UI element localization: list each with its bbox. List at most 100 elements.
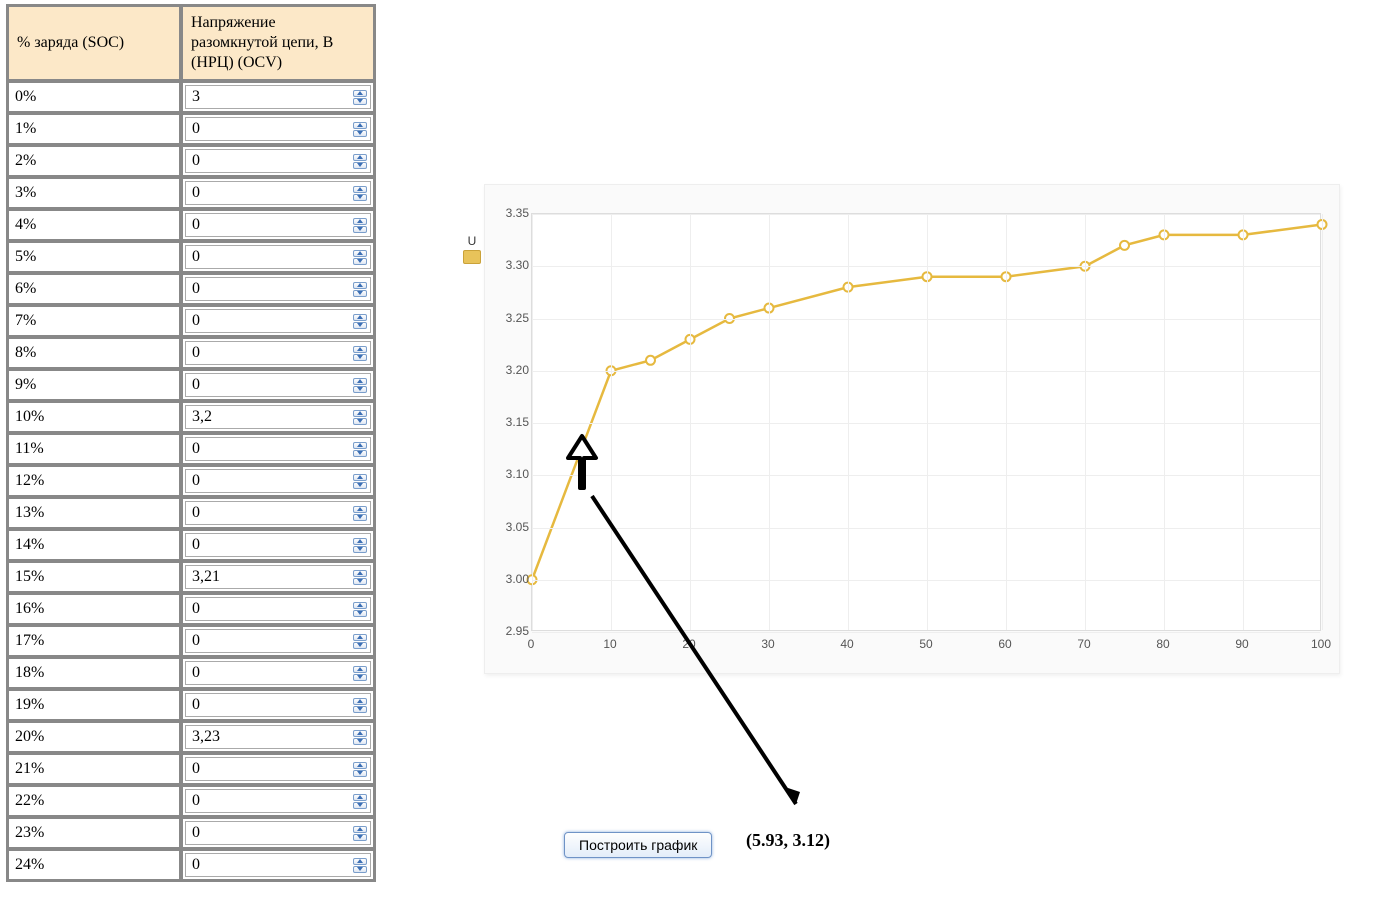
spinner-down-icon[interactable] bbox=[353, 98, 367, 105]
ocv-input[interactable]: 0 bbox=[185, 853, 371, 877]
spinner-up-icon[interactable] bbox=[353, 858, 367, 865]
number-spinner[interactable] bbox=[352, 216, 368, 234]
ocv-input[interactable]: 0 bbox=[185, 277, 371, 301]
number-spinner[interactable] bbox=[352, 696, 368, 714]
spinner-up-icon[interactable] bbox=[353, 122, 367, 129]
ocv-input[interactable]: 0 bbox=[185, 373, 371, 397]
spinner-down-icon[interactable] bbox=[353, 482, 367, 489]
ocv-input[interactable]: 3 bbox=[185, 85, 371, 109]
spinner-up-icon[interactable] bbox=[353, 506, 367, 513]
spinner-up-icon[interactable] bbox=[353, 730, 367, 737]
spinner-up-icon[interactable] bbox=[353, 538, 367, 545]
spinner-down-icon[interactable] bbox=[353, 738, 367, 745]
spinner-down-icon[interactable] bbox=[353, 610, 367, 617]
ocv-input[interactable]: 0 bbox=[185, 149, 371, 173]
spinner-down-icon[interactable] bbox=[353, 322, 367, 329]
ocv-input[interactable]: 0 bbox=[185, 181, 371, 205]
number-spinner[interactable] bbox=[352, 152, 368, 170]
spinner-up-icon[interactable] bbox=[353, 634, 367, 641]
number-spinner[interactable] bbox=[352, 600, 368, 618]
spinner-up-icon[interactable] bbox=[353, 826, 367, 833]
number-spinner[interactable] bbox=[352, 664, 368, 682]
spinner-down-icon[interactable] bbox=[353, 706, 367, 713]
ocv-input[interactable]: 0 bbox=[185, 757, 371, 781]
spinner-down-icon[interactable] bbox=[353, 802, 367, 809]
number-spinner[interactable] bbox=[352, 184, 368, 202]
spinner-up-icon[interactable] bbox=[353, 378, 367, 385]
spinner-down-icon[interactable] bbox=[353, 866, 367, 873]
spinner-up-icon[interactable] bbox=[353, 186, 367, 193]
spinner-down-icon[interactable] bbox=[353, 130, 367, 137]
spinner-down-icon[interactable] bbox=[353, 386, 367, 393]
spinner-down-icon[interactable] bbox=[353, 834, 367, 841]
spinner-down-icon[interactable] bbox=[353, 514, 367, 521]
ocv-input[interactable]: 0 bbox=[185, 821, 371, 845]
ocv-input[interactable]: 3,2 bbox=[185, 405, 371, 429]
spinner-up-icon[interactable] bbox=[353, 570, 367, 577]
ocv-input[interactable]: 0 bbox=[185, 309, 371, 333]
ocv-input[interactable]: 0 bbox=[185, 245, 371, 269]
spinner-down-icon[interactable] bbox=[353, 418, 367, 425]
number-spinner[interactable] bbox=[352, 792, 368, 810]
number-spinner[interactable] bbox=[352, 536, 368, 554]
number-spinner[interactable] bbox=[352, 408, 368, 426]
number-spinner[interactable] bbox=[352, 728, 368, 746]
number-spinner[interactable] bbox=[352, 856, 368, 874]
number-spinner[interactable] bbox=[352, 120, 368, 138]
spinner-up-icon[interactable] bbox=[353, 218, 367, 225]
ocv-input[interactable]: 0 bbox=[185, 693, 371, 717]
spinner-up-icon[interactable] bbox=[353, 602, 367, 609]
ocv-input[interactable]: 0 bbox=[185, 661, 371, 685]
ocv-input[interactable]: 0 bbox=[185, 789, 371, 813]
spinner-down-icon[interactable] bbox=[353, 162, 367, 169]
number-spinner[interactable] bbox=[352, 376, 368, 394]
ocv-input[interactable]: 0 bbox=[185, 501, 371, 525]
ocv-input[interactable]: 0 bbox=[185, 597, 371, 621]
spinner-down-icon[interactable] bbox=[353, 450, 367, 457]
number-spinner[interactable] bbox=[352, 344, 368, 362]
spinner-up-icon[interactable] bbox=[353, 154, 367, 161]
number-spinner[interactable] bbox=[352, 472, 368, 490]
spinner-up-icon[interactable] bbox=[353, 346, 367, 353]
spinner-down-icon[interactable] bbox=[353, 226, 367, 233]
ocv-input[interactable]: 0 bbox=[185, 117, 371, 141]
ocv-input[interactable]: 3,23 bbox=[185, 725, 371, 749]
ocv-input[interactable]: 0 bbox=[185, 213, 371, 237]
ocv-input[interactable]: 3,21 bbox=[185, 565, 371, 589]
ocv-input[interactable]: 0 bbox=[185, 341, 371, 365]
number-spinner[interactable] bbox=[352, 760, 368, 778]
number-spinner[interactable] bbox=[352, 280, 368, 298]
spinner-up-icon[interactable] bbox=[353, 282, 367, 289]
spinner-up-icon[interactable] bbox=[353, 250, 367, 257]
number-spinner[interactable] bbox=[352, 824, 368, 842]
number-spinner[interactable] bbox=[352, 568, 368, 586]
spinner-up-icon[interactable] bbox=[353, 666, 367, 673]
spinner-up-icon[interactable] bbox=[353, 698, 367, 705]
spinner-down-icon[interactable] bbox=[353, 770, 367, 777]
spinner-down-icon[interactable] bbox=[353, 290, 367, 297]
spinner-up-icon[interactable] bbox=[353, 442, 367, 449]
spinner-up-icon[interactable] bbox=[353, 474, 367, 481]
spinner-down-icon[interactable] bbox=[353, 194, 367, 201]
spinner-down-icon[interactable] bbox=[353, 258, 367, 265]
spinner-down-icon[interactable] bbox=[353, 546, 367, 553]
number-spinner[interactable] bbox=[352, 88, 368, 106]
spinner-up-icon[interactable] bbox=[353, 794, 367, 801]
spinner-up-icon[interactable] bbox=[353, 410, 367, 417]
number-spinner[interactable] bbox=[352, 504, 368, 522]
spinner-down-icon[interactable] bbox=[353, 642, 367, 649]
spinner-up-icon[interactable] bbox=[353, 314, 367, 321]
number-spinner[interactable] bbox=[352, 440, 368, 458]
spinner-down-icon[interactable] bbox=[353, 354, 367, 361]
spinner-up-icon[interactable] bbox=[353, 762, 367, 769]
ocv-input[interactable]: 0 bbox=[185, 469, 371, 493]
ocv-input[interactable]: 0 bbox=[185, 533, 371, 557]
number-spinner[interactable] bbox=[352, 248, 368, 266]
build-chart-button[interactable]: Построить график bbox=[564, 832, 712, 858]
number-spinner[interactable] bbox=[352, 632, 368, 650]
spinner-down-icon[interactable] bbox=[353, 578, 367, 585]
spinner-up-icon[interactable] bbox=[353, 90, 367, 97]
ocv-input[interactable]: 0 bbox=[185, 629, 371, 653]
ocv-input[interactable]: 0 bbox=[185, 437, 371, 461]
number-spinner[interactable] bbox=[352, 312, 368, 330]
